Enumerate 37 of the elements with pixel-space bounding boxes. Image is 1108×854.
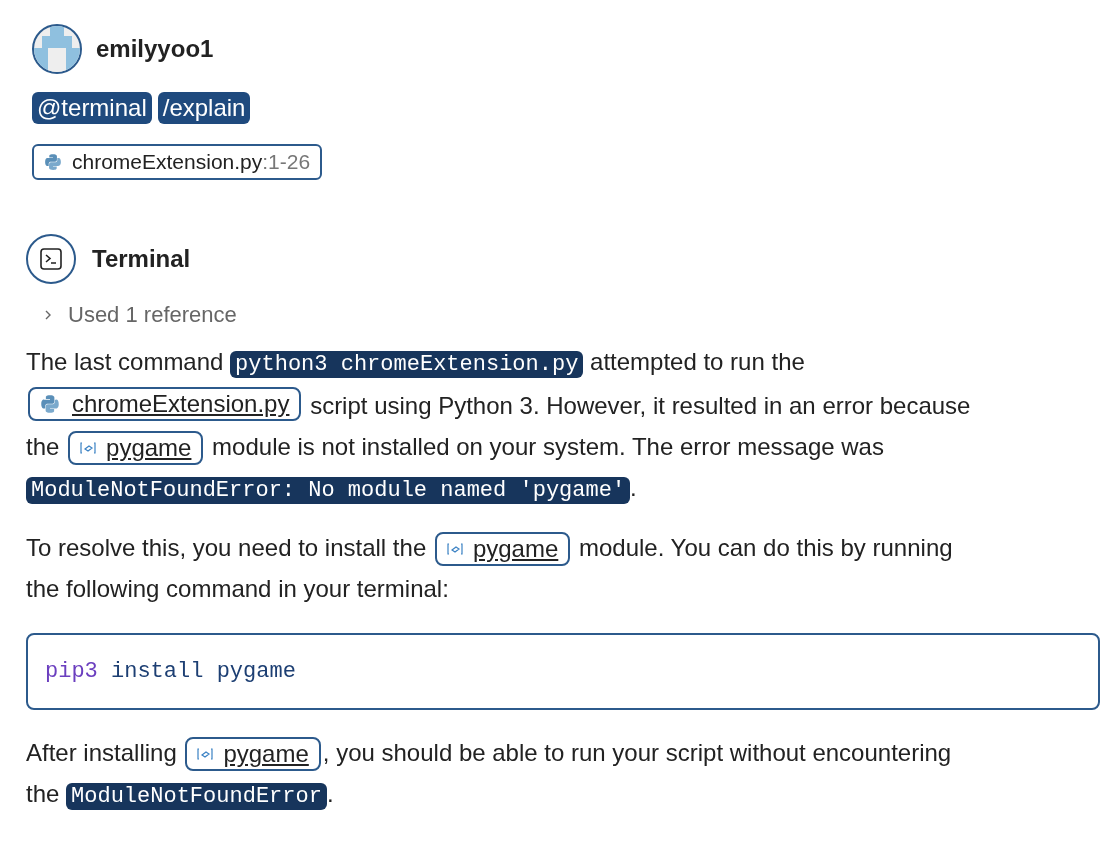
code-command: pip3 bbox=[45, 659, 98, 684]
command-tag: /explain bbox=[157, 92, 251, 124]
attachment-file: chromeExtension.py bbox=[72, 149, 263, 176]
attachment-range: :1-26 bbox=[262, 149, 311, 176]
avatar bbox=[32, 24, 82, 74]
paragraph-text: attempted to run the bbox=[590, 348, 805, 375]
inline-code: ModuleNotFoundError: No module named 'pygame' bbox=[26, 477, 631, 504]
paragraph-text: The last command bbox=[26, 348, 224, 375]
paragraph-text: To resolve this, you need to install the bbox=[26, 534, 427, 561]
symbol-link[interactable]: pygame bbox=[434, 532, 571, 566]
paragraph-text: . bbox=[630, 474, 637, 501]
agent-name: Terminal bbox=[92, 244, 191, 274]
symbol-link[interactable]: pygame bbox=[68, 431, 204, 465]
paragraph-text: the bbox=[26, 780, 60, 807]
python-icon bbox=[44, 153, 62, 171]
paragraph-text: the bbox=[26, 433, 60, 460]
symbol-icon bbox=[197, 747, 214, 761]
symbol-link[interactable]: pygame bbox=[185, 737, 321, 771]
code-arguments: install pygame bbox=[111, 659, 296, 684]
paragraph-text: module is not installed on your system. The error message was bbox=[212, 433, 884, 460]
paragraph-text: module. You can do this by running bbox=[578, 534, 953, 561]
command-tag: @terminal bbox=[32, 92, 152, 124]
user-name: emilyyoo1 bbox=[96, 34, 214, 64]
references-toggle[interactable]: Used 1 reference bbox=[42, 298, 237, 331]
python-icon bbox=[40, 394, 60, 414]
paragraph-text: , you should be able to run your script without encountering bbox=[322, 739, 952, 766]
symbol-icon bbox=[80, 441, 97, 455]
inline-code: ModuleNotFoundError bbox=[66, 783, 327, 810]
attachment-chip[interactable]: chromeExtension.py:1-26 bbox=[32, 144, 323, 180]
paragraph-text: After installing bbox=[26, 739, 177, 766]
paragraph-text: . bbox=[326, 780, 334, 807]
paragraph-text: the following command in your terminal: bbox=[26, 575, 449, 602]
terminal-icon bbox=[39, 247, 63, 271]
symbol-icon bbox=[446, 542, 463, 556]
paragraph-text: script using Python 3. However, it resulted in an error because bbox=[310, 392, 971, 419]
file-link[interactable]: chromeExtension.py bbox=[28, 387, 302, 421]
inline-code: python3 chromeExtension.py bbox=[230, 351, 584, 378]
